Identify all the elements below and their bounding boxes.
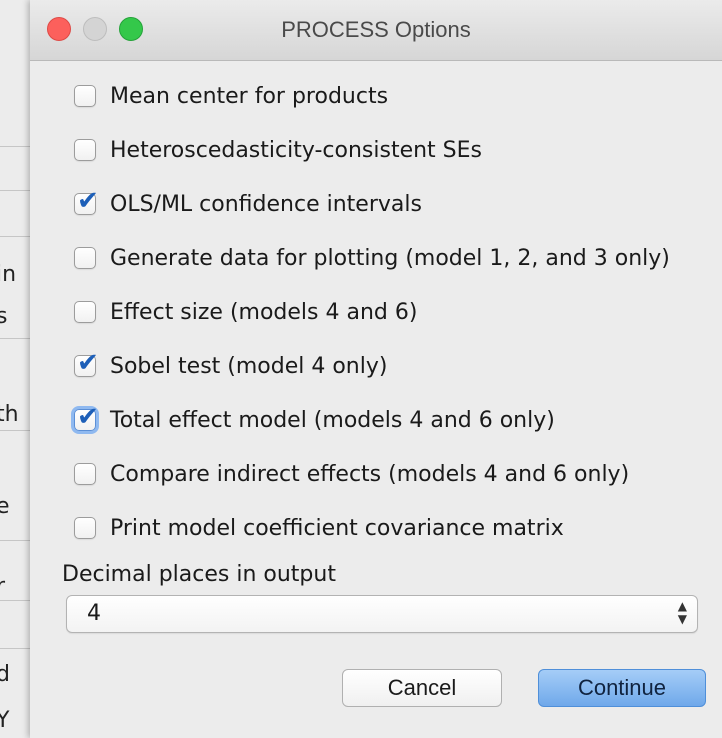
compare-indirect-label: Compare indirect effects (models 4 and 6… — [110, 461, 630, 487]
option-plot-data[interactable]: Generate data for plotting (model 1, 2, … — [74, 242, 670, 274]
background-text: in — [0, 262, 17, 287]
background-divider — [0, 600, 30, 601]
confidence-intervals-checkbox[interactable]: ✔ — [74, 188, 99, 215]
background-text: r — [0, 574, 6, 599]
background-window: in s th e r d Y — [0, 0, 30, 738]
option-sobel-test[interactable]: ✔ Sobel test (model 4 only) — [74, 350, 387, 382]
checkmark-icon: ✔ — [77, 186, 99, 216]
compare-indirect-checkbox[interactable] — [74, 463, 96, 485]
covariance-matrix-label: Print model coefficient covariance matri… — [110, 515, 564, 541]
checkmark-icon: ✔ — [77, 402, 99, 432]
total-effect-label: Total effect model (models 4 and 6 only) — [110, 407, 555, 433]
option-effect-size[interactable]: Effect size (models 4 and 6) — [74, 296, 417, 328]
plot-data-label: Generate data for plotting (model 1, 2, … — [110, 245, 670, 271]
decimal-places-select[interactable]: 4 ▲ ▼ — [66, 595, 698, 633]
background-text: s — [0, 304, 8, 329]
option-covariance-matrix[interactable]: Print model coefficient covariance matri… — [74, 512, 564, 544]
decimal-places-value: 4 — [87, 601, 101, 626]
up-down-arrows-icon: ▲ ▼ — [677, 599, 687, 626]
process-options-dialog: PROCESS Options Mean center for products… — [30, 0, 722, 738]
plot-data-checkbox[interactable] — [74, 247, 96, 269]
mean-center-label: Mean center for products — [110, 83, 389, 109]
background-text: th — [0, 402, 19, 427]
effect-size-label: Effect size (models 4 and 6) — [110, 299, 418, 325]
effect-size-checkbox[interactable] — [74, 301, 96, 323]
background-divider — [0, 146, 30, 147]
background-divider — [0, 540, 30, 541]
background-divider — [0, 190, 30, 191]
continue-button[interactable]: Continue — [538, 669, 706, 707]
background-divider — [0, 430, 30, 431]
window-title: PROCESS Options — [281, 17, 471, 42]
total-effect-checkbox[interactable]: ✔ — [74, 404, 99, 431]
heteroscedasticity-label: Heteroscedasticity-consistent SEs — [110, 137, 482, 163]
confidence-intervals-label: OLS/ML confidence intervals — [110, 191, 422, 217]
decimal-places-label: Decimal places in output — [62, 562, 336, 587]
option-heteroscedasticity[interactable]: Heteroscedasticity-consistent SEs — [74, 134, 482, 166]
option-confidence-intervals[interactable]: ✔ OLS/ML confidence intervals — [74, 188, 422, 220]
background-divider — [0, 648, 30, 649]
heteroscedasticity-checkbox[interactable] — [74, 139, 96, 161]
covariance-matrix-checkbox[interactable] — [74, 517, 96, 539]
background-text: Y — [0, 708, 10, 733]
cancel-button[interactable]: Cancel — [342, 669, 502, 707]
background-text: d — [0, 662, 10, 687]
background-divider — [0, 236, 30, 237]
background-divider — [0, 338, 30, 339]
sobel-test-checkbox[interactable]: ✔ — [74, 350, 99, 377]
mean-center-checkbox[interactable] — [74, 85, 96, 107]
checkmark-icon: ✔ — [77, 348, 99, 378]
option-compare-indirect[interactable]: Compare indirect effects (models 4 and 6… — [74, 458, 629, 490]
background-text: e — [0, 494, 10, 519]
title-bar: PROCESS Options — [30, 0, 722, 61]
sobel-test-label: Sobel test (model 4 only) — [110, 353, 388, 379]
option-total-effect[interactable]: ✔ Total effect model (models 4 and 6 onl… — [74, 404, 555, 436]
option-mean-center[interactable]: Mean center for products — [74, 80, 388, 112]
